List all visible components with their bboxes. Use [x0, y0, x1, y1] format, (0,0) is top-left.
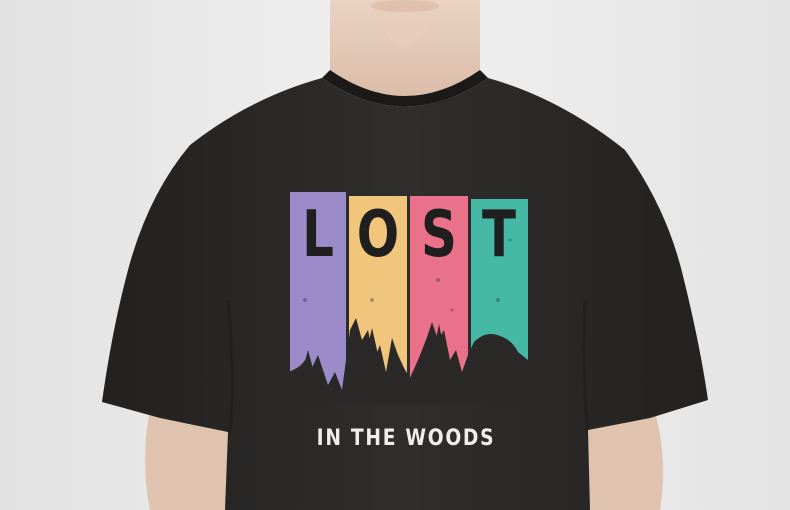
print-letter-t: T [481, 198, 517, 272]
print-letter-o: O [356, 198, 400, 272]
print-letter-l: L [302, 198, 334, 272]
print-tagline: IN THE WOODS [316, 426, 496, 451]
print-letter-s: S [421, 198, 457, 272]
